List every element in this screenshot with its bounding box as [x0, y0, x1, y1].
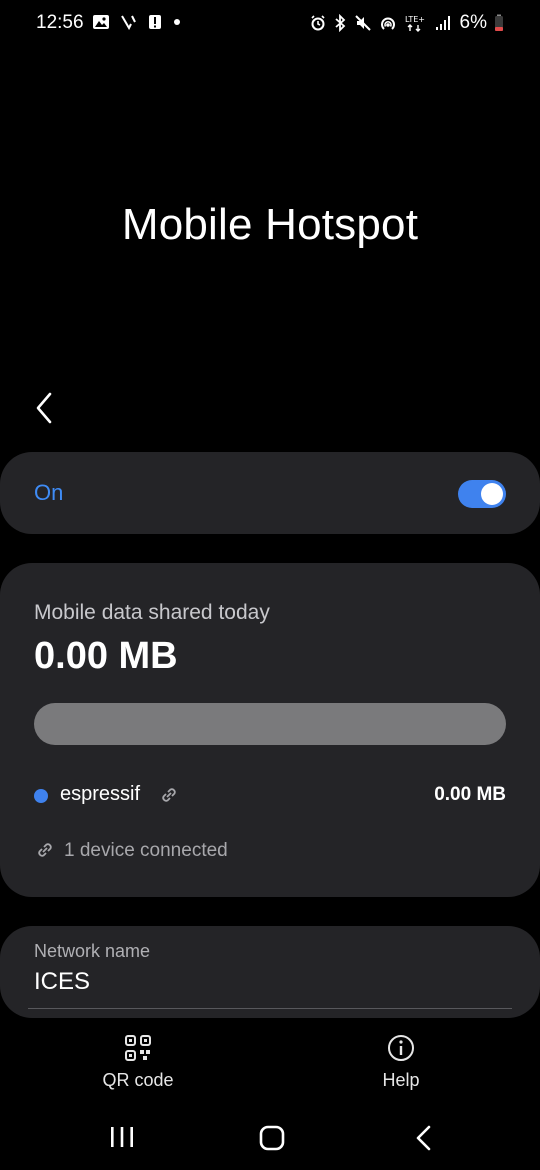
- lte-icon: LTE+: [405, 15, 425, 32]
- missed-call-icon: [121, 15, 136, 30]
- network-name-label: Network name: [34, 941, 151, 961]
- divider: [28, 1008, 512, 1009]
- hotspot-switch[interactable]: [458, 480, 506, 508]
- link-icon: [162, 788, 176, 802]
- usage-amount: 0.00 MB: [34, 635, 178, 677]
- bluetooth-icon: [334, 14, 345, 32]
- chevron-left-icon: [36, 392, 52, 424]
- info-icon: [388, 1035, 414, 1061]
- hotspot-state-label: On: [34, 480, 64, 505]
- battery-low-icon: [495, 14, 503, 31]
- data-usage-card: Mobile data shared today 0.00 MB espress…: [0, 563, 540, 897]
- connected-devices-row[interactable]: 1 device connected: [34, 839, 228, 865]
- home-button[interactable]: [257, 1124, 287, 1157]
- nav-back-button[interactable]: [410, 1124, 438, 1157]
- device-name: espressif: [60, 783, 141, 805]
- battery-percent: 6%: [459, 12, 487, 33]
- usage-caption: Mobile data shared today: [34, 601, 270, 624]
- home-icon: [259, 1125, 285, 1151]
- image-icon: [93, 15, 109, 29]
- switch-knob: [481, 483, 503, 505]
- status-left-icons: [92, 14, 183, 30]
- alarm-icon: [310, 15, 325, 31]
- qr-code-button[interactable]: QR code: [68, 1030, 208, 1091]
- device-color-dot: [34, 789, 48, 803]
- page-title: Mobile Hotspot: [121, 200, 419, 249]
- usage-bar: [34, 703, 506, 745]
- qr-code-icon: [125, 1035, 151, 1061]
- network-name-value[interactable]: ICES: [34, 968, 90, 996]
- hotspot-toggle-card[interactable]: On: [0, 452, 540, 534]
- link-icon: [38, 843, 52, 857]
- back-button[interactable]: [28, 388, 64, 428]
- alert-icon: [149, 15, 161, 29]
- network-name-card[interactable]: Network name ICES: [0, 926, 540, 1018]
- mute-icon: [354, 15, 371, 31]
- status-bar: 12:56 LTE+ 6%: [0, 0, 540, 48]
- recent-apps-button[interactable]: [108, 1124, 136, 1155]
- recent-apps-icon: [111, 1127, 133, 1147]
- svg-text:LTE+: LTE+: [405, 15, 425, 24]
- connected-summary: 1 device connected: [64, 840, 228, 861]
- back-arrow-icon: [416, 1125, 431, 1151]
- status-time: 12:56: [36, 12, 84, 33]
- system-nav-bar: [0, 1110, 540, 1170]
- help-button[interactable]: Help: [331, 1030, 471, 1091]
- status-right-icons: LTE+ 6%: [310, 12, 504, 34]
- device-row[interactable]: espressif 0.00 MB: [34, 781, 506, 809]
- device-usage: 0.00 MB: [434, 784, 506, 805]
- qr-code-label: QR code: [102, 1070, 174, 1090]
- bottom-actions: QR code Help: [0, 1030, 540, 1100]
- hotspot-icon: [380, 17, 395, 30]
- dot-icon: [174, 19, 180, 25]
- signal-icon: [435, 16, 450, 30]
- help-label: Help: [382, 1070, 420, 1090]
